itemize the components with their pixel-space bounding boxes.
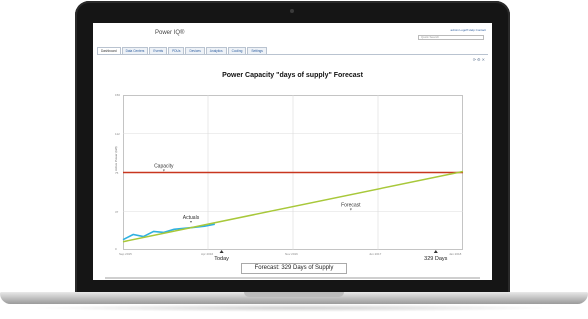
forecast-summary: Forecast: 329 Days of Supply — [241, 263, 347, 274]
chart-svg: Capacity▼Actuals▼Forecast▼Today 329 Days — [122, 95, 464, 262]
x-marker-triangle — [219, 250, 224, 253]
annotation-marker: ▼ — [189, 220, 192, 224]
annotation-marker: ▼ — [162, 168, 165, 172]
x-marker-triangle — [433, 250, 438, 253]
x-marker-label: Today — [214, 256, 229, 262]
camera-dot — [290, 9, 294, 13]
annotation-marker: ▼ — [349, 208, 352, 212]
app-screen: Power IQ® admin Logoff Help Contact Quic… — [93, 23, 492, 280]
laptop-notch — [244, 292, 344, 297]
x-marker-label: 329 Days — [424, 256, 447, 262]
footer-divider — [105, 277, 480, 279]
laptop-shadow — [30, 304, 558, 312]
laptop-lid: Power IQ® admin Logoff Help Contact Quic… — [75, 1, 510, 297]
